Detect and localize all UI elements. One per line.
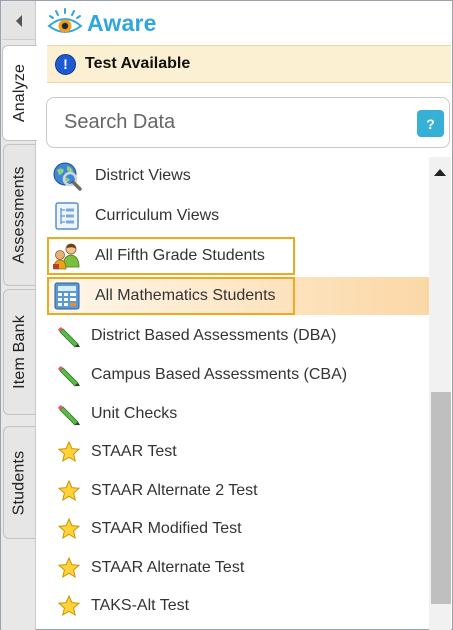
list-item-unit-checks[interactable]: Unit Checks — [47, 395, 429, 433]
list-item-label: District Based Assessments (DBA) — [91, 327, 337, 344]
list-item-label: Campus Based Assessments (CBA) — [91, 366, 348, 383]
list-item-label: TAKS-Alt Test — [91, 597, 190, 614]
list-item-label: District Views — [95, 167, 191, 184]
notification-bar[interactable]: ! Test Available — [47, 45, 451, 83]
app-frame: Analyze Assessments Item Bank Students A… — [0, 0, 453, 630]
list-item-staar-alternate-2-test[interactable]: STAAR Alternate 2 Test — [47, 472, 429, 510]
tab-item-bank-label: Item Bank — [10, 315, 28, 389]
chevron-left-icon — [15, 14, 22, 27]
tab-assessments[interactable]: Assessments — [3, 144, 35, 286]
star-icon — [57, 440, 81, 464]
list-item-all-mathematics-students[interactable]: All Mathematics Students — [47, 277, 429, 315]
tab-analyze-label: Analyze — [11, 63, 29, 123]
list-item-staar-modified-test[interactable]: STAAR Modified Test — [47, 510, 429, 548]
notification-text: Test Available — [85, 55, 191, 72]
pencil-icon — [57, 402, 81, 426]
tab-students-label: Students — [10, 450, 28, 515]
list-item-campus-based-assessments[interactable]: Campus Based Assessments (CBA) — [47, 356, 429, 394]
list-item-staar-alternate-test[interactable]: STAAR Alternate Test — [47, 549, 429, 587]
list-item-district-based-assessments[interactable]: District Based Assessments (DBA) — [47, 317, 429, 355]
tab-students[interactable]: Students — [3, 426, 35, 539]
list-item-staar-test[interactable]: STAAR Test — [47, 433, 429, 471]
app-logo: Aware — [47, 7, 157, 39]
search-input[interactable] — [64, 111, 394, 134]
pencil-icon — [57, 363, 81, 387]
vertical-tab-strip: Analyze Assessments Item Bank Students — [1, 1, 37, 630]
star-icon — [57, 517, 81, 541]
list-item-label: STAAR Test — [91, 443, 177, 460]
search-box: ? — [46, 97, 450, 148]
app-logo-text: Aware — [87, 9, 157, 36]
star-icon — [57, 556, 81, 580]
students-group-icon — [51, 240, 83, 272]
list-item-label: Unit Checks — [91, 405, 178, 422]
district-globe-icon — [51, 160, 83, 192]
scrollbar-thumb[interactable] — [431, 392, 451, 604]
list-item-all-fifth-grade-students[interactable]: All Fifth Grade Students — [47, 237, 429, 275]
list-item-district-views[interactable]: District Views — [47, 157, 429, 195]
list-scrollbar[interactable] — [429, 157, 451, 630]
calculator-icon — [51, 280, 83, 312]
collapse-panel-button[interactable] — [2, 2, 35, 40]
curriculum-tree-icon — [51, 200, 83, 232]
list-item-label: All Fifth Grade Students — [95, 247, 265, 264]
list-item-label: STAAR Alternate Test — [91, 559, 245, 576]
list-item-curriculum-views[interactable]: Curriculum Views — [47, 197, 429, 235]
list-item-label: STAAR Alternate 2 Test — [91, 482, 258, 499]
info-icon: ! — [55, 53, 76, 75]
tab-item-bank[interactable]: Item Bank — [3, 289, 35, 415]
tab-analyze[interactable]: Analyze — [2, 45, 37, 141]
eye-logo-icon — [47, 8, 83, 33]
star-icon — [57, 594, 81, 618]
list-item-label: Curriculum Views — [95, 207, 220, 224]
data-list: District Views Curriculum Views All Fift… — [47, 157, 429, 630]
tab-assessments-label: Assessments — [10, 166, 28, 264]
list-item-label: STAAR Modified Test — [91, 520, 242, 537]
star-icon — [57, 479, 81, 503]
pencil-icon — [57, 324, 81, 348]
list-item-label: All Mathematics Students — [95, 287, 276, 304]
list-item-taks-alt-test[interactable]: TAKS-Alt Test — [47, 587, 429, 625]
scroll-up-arrow-icon[interactable] — [434, 169, 446, 176]
help-button[interactable]: ? — [417, 110, 444, 137]
